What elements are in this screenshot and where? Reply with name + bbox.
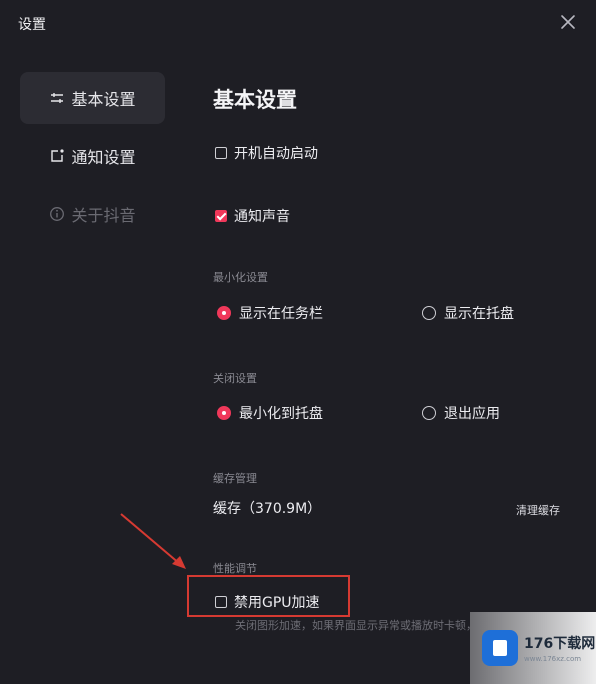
notify-sound-option[interactable]: 通知声音 [215,206,290,226]
minimize-section-label: 最小化设置 [213,271,268,284]
close-section-label: 关闭设置 [213,372,257,385]
autostart-option[interactable]: 开机自动启动 [215,143,318,163]
annotation-arrow [120,513,186,569]
cache-section-label: 缓存管理 [213,472,257,485]
notification-icon [49,148,65,164]
autostart-label: 开机自动启动 [234,146,318,162]
window-title: 设置 [18,17,46,33]
radio-button[interactable] [217,306,231,320]
info-icon [49,206,65,222]
radio-exit-app[interactable]: 退出应用 [422,403,500,423]
sidebar-item-label: 通知设置 [71,148,136,167]
notify-sound-checkbox[interactable] [215,210,227,222]
sidebar-item-basic-settings[interactable]: 基本设置 [20,72,165,124]
notify-sound-label: 通知声音 [234,209,290,225]
radio-label: 显示在托盘 [444,306,514,322]
radio-show-tray[interactable]: 显示在托盘 [422,303,514,323]
sidebar-item-notification-settings[interactable]: 通知设置 [20,130,165,182]
radio-label: 退出应用 [444,406,500,422]
watermark-logo-icon [482,630,518,666]
gpu-hint-text: 关闭图形加速，如果界面显示异常或播放时卡顿， [235,619,477,632]
page-title: 基本设置 [213,88,297,112]
watermark-subtitle: www.176xz.com [524,655,582,663]
radio-button[interactable] [422,306,436,320]
sidebar: 基本设置 通知设置 关于抖音 [20,72,165,246]
annotation-highlight-box [187,575,350,617]
sliders-icon [49,90,65,106]
watermark: 176下载网 www.176xz.com [470,612,596,684]
radio-button[interactable] [422,406,436,420]
clear-cache-button[interactable]: 清理缓存 [516,502,560,518]
performance-section-label: 性能调节 [213,562,257,575]
radio-label: 显示在任务栏 [239,306,323,322]
sidebar-item-label: 基本设置 [71,90,136,109]
autostart-checkbox[interactable] [215,147,227,159]
radio-minimize-to-tray[interactable]: 最小化到托盘 [217,403,323,423]
sidebar-item-about[interactable]: 关于抖音 [20,188,165,240]
radio-button[interactable] [217,406,231,420]
sidebar-item-label: 关于抖音 [71,206,136,225]
radio-show-taskbar[interactable]: 显示在任务栏 [217,303,323,323]
cache-size-text: 缓存（370.9M） [213,501,322,517]
watermark-title: 176下载网 [524,636,596,652]
radio-label: 最小化到托盘 [239,406,323,422]
